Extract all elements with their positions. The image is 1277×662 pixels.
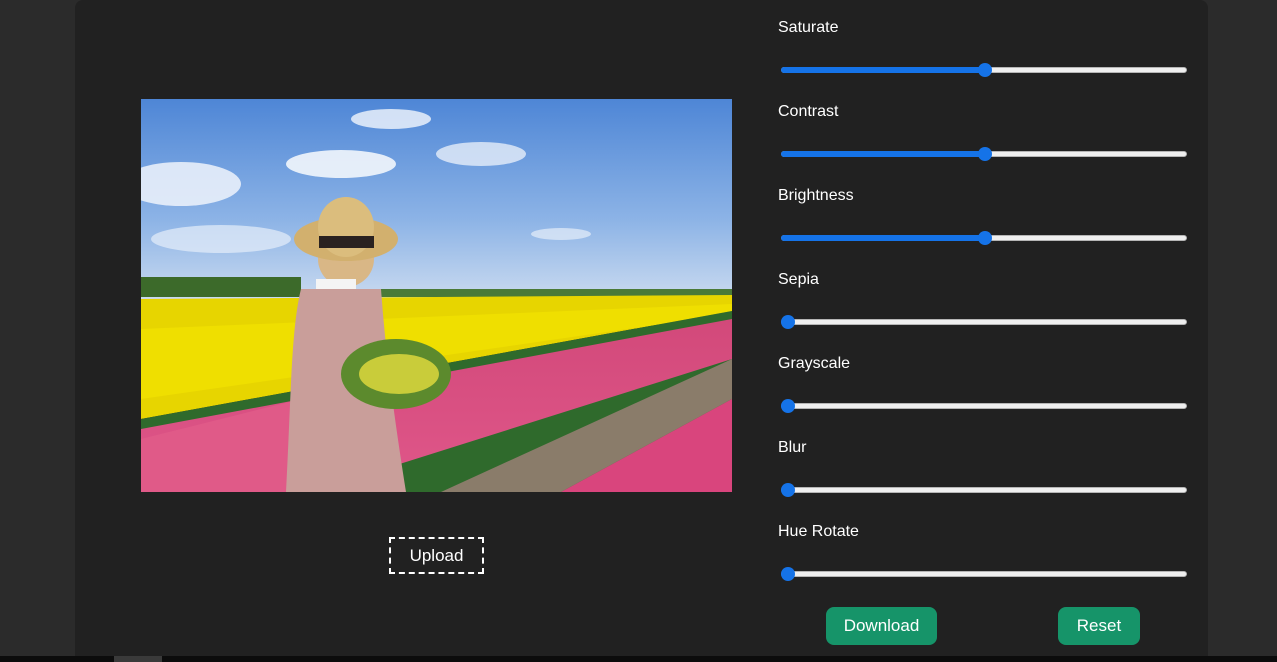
- contrast-label: Contrast: [778, 103, 839, 120]
- slider-fill: [781, 235, 985, 241]
- upload-button[interactable]: Upload: [389, 537, 484, 574]
- slider-thumb[interactable]: [977, 63, 992, 77]
- contrast-slider[interactable]: [778, 147, 1188, 161]
- slider-track: [781, 571, 1187, 577]
- slider-thumb[interactable]: [781, 399, 795, 413]
- slider-thumb[interactable]: [977, 147, 992, 161]
- slider-track: [781, 403, 1187, 409]
- slider-thumb[interactable]: [781, 567, 795, 581]
- control-saturate: Saturate: [778, 0, 1188, 84]
- scrollbar-thumb[interactable]: [114, 656, 162, 662]
- sepia-slider[interactable]: [778, 315, 1188, 329]
- slider-thumb[interactable]: [781, 483, 795, 497]
- grayscale-label: Grayscale: [778, 355, 851, 372]
- control-sepia: Sepia: [778, 252, 1188, 336]
- control-hue-rotate: Hue Rotate: [778, 504, 1188, 588]
- slider-thumb[interactable]: [781, 315, 795, 329]
- editor-panel: Upload Saturate Contrast Brightness Sepi…: [75, 0, 1208, 662]
- saturate-slider[interactable]: [778, 63, 1188, 77]
- hue-rotate-slider[interactable]: [778, 567, 1188, 581]
- slider-fill: [781, 151, 985, 157]
- horizontal-scrollbar[interactable]: [0, 656, 1277, 662]
- control-grayscale: Grayscale: [778, 336, 1188, 420]
- slider-track: [781, 487, 1187, 493]
- slider-thumb[interactable]: [977, 231, 992, 245]
- control-blur: Blur: [778, 420, 1188, 504]
- slider-track: [781, 319, 1187, 325]
- grayscale-slider[interactable]: [778, 399, 1188, 413]
- brightness-label: Brightness: [778, 187, 854, 204]
- brightness-slider[interactable]: [778, 231, 1188, 245]
- preview-image: [141, 99, 732, 492]
- saturate-label: Saturate: [778, 19, 839, 36]
- blur-slider[interactable]: [778, 483, 1188, 497]
- sepia-label: Sepia: [778, 271, 819, 288]
- reset-button[interactable]: Reset: [1058, 607, 1140, 645]
- blur-label: Blur: [778, 439, 807, 456]
- control-brightness: Brightness: [778, 168, 1188, 252]
- hue-rotate-label: Hue Rotate: [778, 523, 859, 540]
- slider-fill: [781, 67, 985, 73]
- control-contrast: Contrast: [778, 84, 1188, 168]
- download-button[interactable]: Download: [826, 607, 937, 645]
